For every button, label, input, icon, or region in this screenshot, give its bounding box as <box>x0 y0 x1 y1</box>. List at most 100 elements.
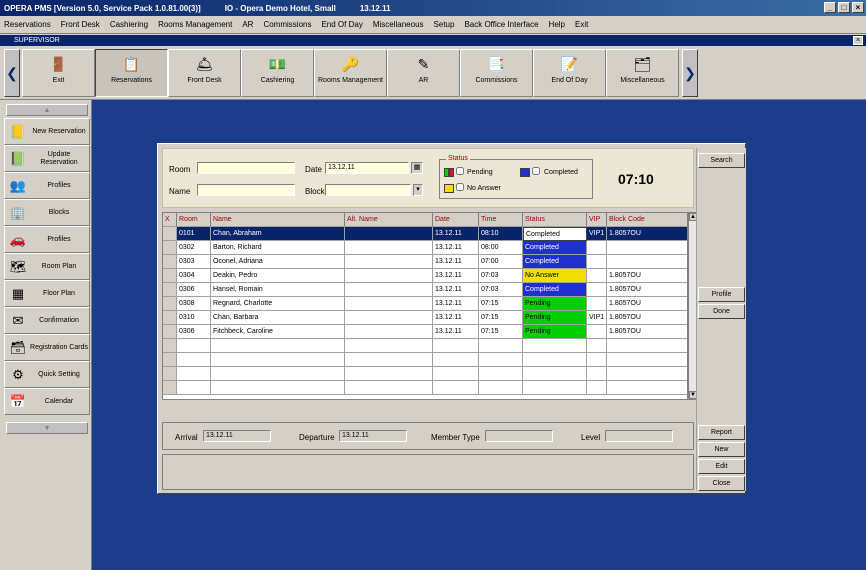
menu-front-desk[interactable]: Front Desk <box>61 20 100 29</box>
menu-end-of-day[interactable]: End Of Day <box>321 20 362 29</box>
table-row[interactable]: 0306 Fitchbeck, Caroline 13.12.11 07:15 Pend… <box>163 325 687 339</box>
toolbar-scroll-right-button[interactable]: ❯ <box>682 49 698 97</box>
completed-checkbox[interactable] <box>532 167 540 175</box>
toolbar-rooms-management[interactable]: 🔑 Rooms Management <box>314 49 387 97</box>
table-row[interactable]: 0306 Hansel, Romain 13.12.11 07:03 Completed… <box>163 283 687 297</box>
close-dialog-button[interactable]: Close <box>698 476 745 491</box>
table-row[interactable]: 0302 Barton, Richard 13.12.11 08:00 Complete… <box>163 241 687 255</box>
column-header-time[interactable]: Time <box>479 213 523 227</box>
calendar-picker-icon[interactable]: ▦ <box>411 162 423 174</box>
column-header-date[interactable]: Date <box>433 213 479 227</box>
block-dropdown-icon[interactable]: ▾ <box>413 184 423 196</box>
sidebar-item-room-plan[interactable]: 🗺 Room Plan <box>4 253 90 280</box>
maximize-button[interactable]: □ <box>838 2 850 13</box>
subwindow-close-button[interactable]: × <box>853 36 863 45</box>
column-header-alt-name[interactable]: Alt. Name <box>345 213 433 227</box>
menu-bar: Reservations Front Desk Cashiering Rooms… <box>0 16 866 34</box>
departure-field: 13.12.11 <box>339 430 407 442</box>
toolbar-exit[interactable]: 🚪 Exit <box>22 49 95 97</box>
toolbar-cashiering[interactable]: 💵 Cashiering <box>241 49 314 97</box>
menu-commissions[interactable]: Commissions <box>263 20 311 29</box>
toolbar-front-desk[interactable]: 🛎 Front Desk <box>168 49 241 97</box>
column-header-block-code[interactable]: Block Code <box>607 213 687 227</box>
table-row[interactable] <box>163 381 687 395</box>
menu-rooms-management[interactable]: Rooms Management <box>158 20 232 29</box>
current-time: 07:10 <box>618 171 654 187</box>
toolbar-ar[interactable]: ✎ AR <box>387 49 460 97</box>
table-row[interactable] <box>163 339 687 353</box>
exit-door-icon: 🚪 <box>49 55 68 72</box>
toolbar-miscellaneous[interactable]: 🗂 Miscellaneous <box>606 49 679 97</box>
sidebar-item-confirmation[interactable]: ✉ Confirmation <box>4 307 90 334</box>
sidebar-scroll-down-button[interactable]: ▼ <box>6 422 88 434</box>
table-row[interactable] <box>163 353 687 367</box>
table-row[interactable]: 0308 Regnard, Charlotte 13.12.11 07:15 Pendi… <box>163 297 687 311</box>
table-row[interactable] <box>163 367 687 381</box>
sidebar-item-floor-plan[interactable]: ▦ Floor Plan <box>4 280 90 307</box>
toolbar-ar-label: AR <box>418 77 429 84</box>
new-button[interactable]: New <box>698 442 745 457</box>
cell-room: 0303 <box>177 255 211 269</box>
report-button[interactable]: Report <box>698 425 745 440</box>
row-selector-cell <box>163 311 177 325</box>
sidebar-item-calendar[interactable]: 📅 Calendar <box>4 388 90 415</box>
cell-vip <box>587 283 607 297</box>
edit-button[interactable]: Edit <box>698 459 745 474</box>
block-input[interactable] <box>325 184 411 196</box>
no-answer-checkbox[interactable] <box>456 183 464 191</box>
column-header-name[interactable]: Name <box>211 213 345 227</box>
no-answer-swatch <box>444 184 454 193</box>
done-button[interactable]: Done <box>698 304 745 319</box>
minimize-button[interactable]: _ <box>824 2 836 13</box>
sidebar-item-registration-cards[interactable]: 🗃 Registration Cards <box>4 334 90 361</box>
cell-room <box>177 339 211 353</box>
table-row[interactable]: 0310 Chan, Barbara 13.12.11 07:15 Pending VIP… <box>163 311 687 325</box>
row-selector-cell <box>163 353 177 367</box>
sidebar-item-update-reservation[interactable]: 📗 Update Reservation <box>4 145 90 172</box>
close-button[interactable]: × <box>852 2 864 13</box>
sidebar-item-label: Profiles <box>47 235 71 243</box>
profile-button[interactable]: Profile <box>698 287 745 302</box>
subwindow-title: SUPERVISOR <box>14 37 60 44</box>
cell-time: 07:15 <box>479 325 523 339</box>
table-row[interactable]: 0304 Deakin, Pedro 13.12.11 07:03 No Answer 1… <box>163 269 687 283</box>
sidebar-item-profiles-2[interactable]: 🚗 Profiles <box>4 226 90 253</box>
date-input[interactable]: 13.12.11 <box>325 162 409 174</box>
no-answer-label: No Answer <box>467 185 501 192</box>
menu-cashiering[interactable]: Cashiering <box>110 20 148 29</box>
name-label: Name <box>169 187 191 196</box>
menu-reservations[interactable]: Reservations <box>4 20 51 29</box>
sidebar-item-new-reservation[interactable]: 📒 New Reservation <box>4 118 90 145</box>
menu-ar[interactable]: AR <box>242 20 253 29</box>
table-row[interactable]: 0303 Oconel, Adriana 13.12.11 07:00 Complete… <box>163 255 687 269</box>
name-input[interactable] <box>197 184 295 196</box>
menu-help[interactable]: Help <box>549 20 565 29</box>
table-row[interactable]: 0101 Chan, Abraham 13.12.11 08:10 Completed V… <box>163 227 687 241</box>
sidebar-item-blocks[interactable]: 🏢 Blocks <box>4 199 90 226</box>
sidebar-scroll-up-button[interactable]: ▲ <box>6 104 88 116</box>
sidebar-item-quick-setting[interactable]: ⚙ Quick Setting <box>4 361 90 388</box>
cell-date: 13.12.11 <box>433 255 479 269</box>
menu-setup[interactable]: Setup <box>434 20 455 29</box>
column-header-status[interactable]: Status <box>523 213 587 227</box>
pending-checkbox[interactable] <box>456 167 464 175</box>
column-header-x[interactable]: X <box>163 213 177 227</box>
toolbar-commissions[interactable]: 📑 Commissions <box>460 49 533 97</box>
room-input[interactable] <box>197 162 295 174</box>
cell-block: 1.8057OU <box>607 283 687 297</box>
cell-vip <box>587 381 607 395</box>
column-header-room[interactable]: Room <box>177 213 211 227</box>
toolbar-reservations[interactable]: 📋 Reservations <box>95 49 168 97</box>
quick-setting-icon: ⚙ <box>12 366 24 382</box>
search-button[interactable]: Search <box>698 153 745 168</box>
column-header-vip[interactable]: VIP <box>587 213 607 227</box>
menu-back-office[interactable]: Back Office Interface <box>464 20 538 29</box>
cell-alt <box>345 297 433 311</box>
menu-miscellaneous[interactable]: Miscellaneous <box>373 20 424 29</box>
sidebar-item-label: Quick Setting <box>38 370 80 378</box>
menu-exit[interactable]: Exit <box>575 20 588 29</box>
cell-room <box>177 367 211 381</box>
toolbar-scroll-left-button[interactable]: ❮ <box>4 49 20 97</box>
toolbar-end-of-day[interactable]: 📝 End Of Day <box>533 49 606 97</box>
sidebar-item-profiles[interactable]: 👥 Profiles <box>4 172 90 199</box>
